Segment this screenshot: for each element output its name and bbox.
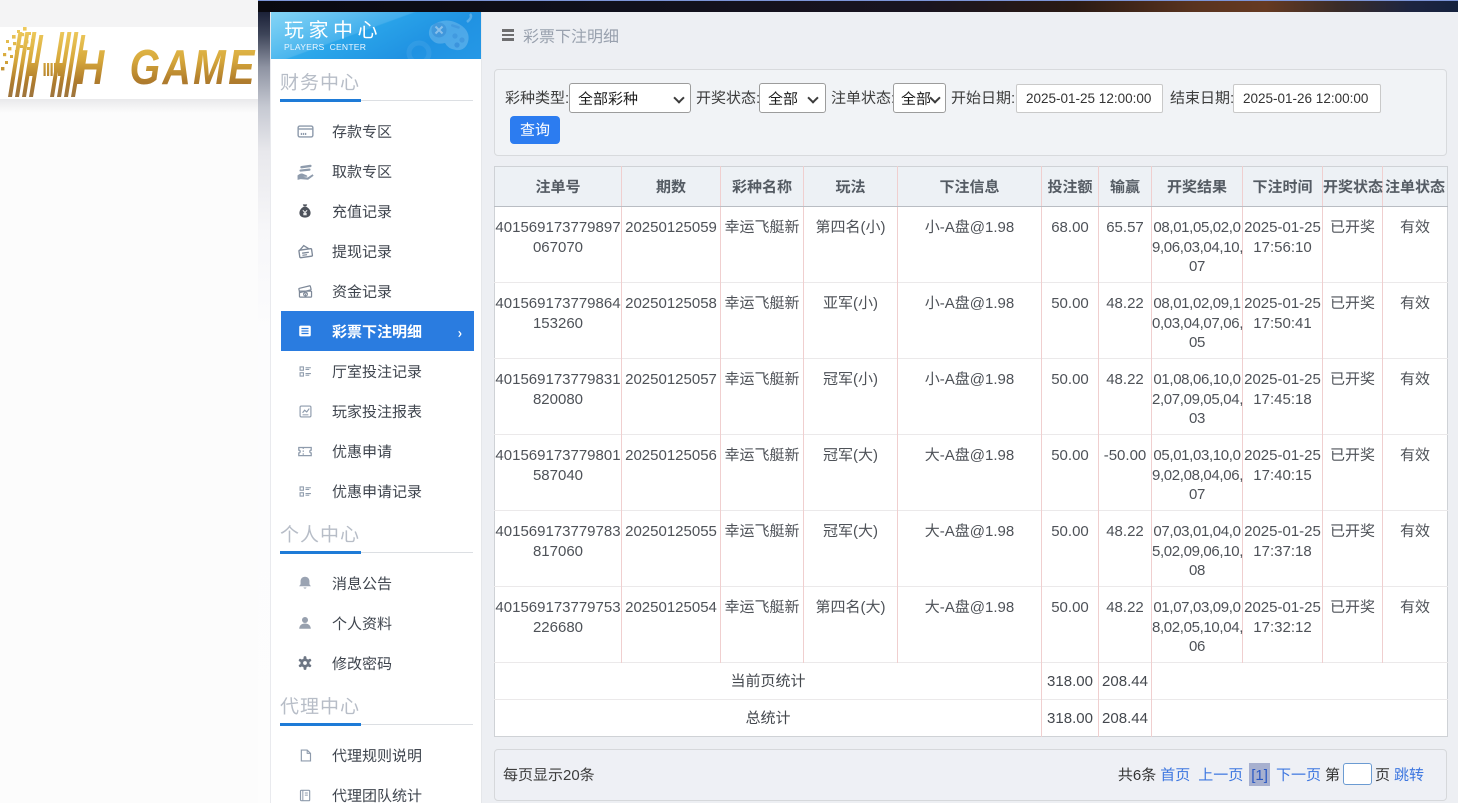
svg-text:GAME: GAME bbox=[130, 41, 257, 95]
svg-text:H: H bbox=[76, 41, 105, 95]
